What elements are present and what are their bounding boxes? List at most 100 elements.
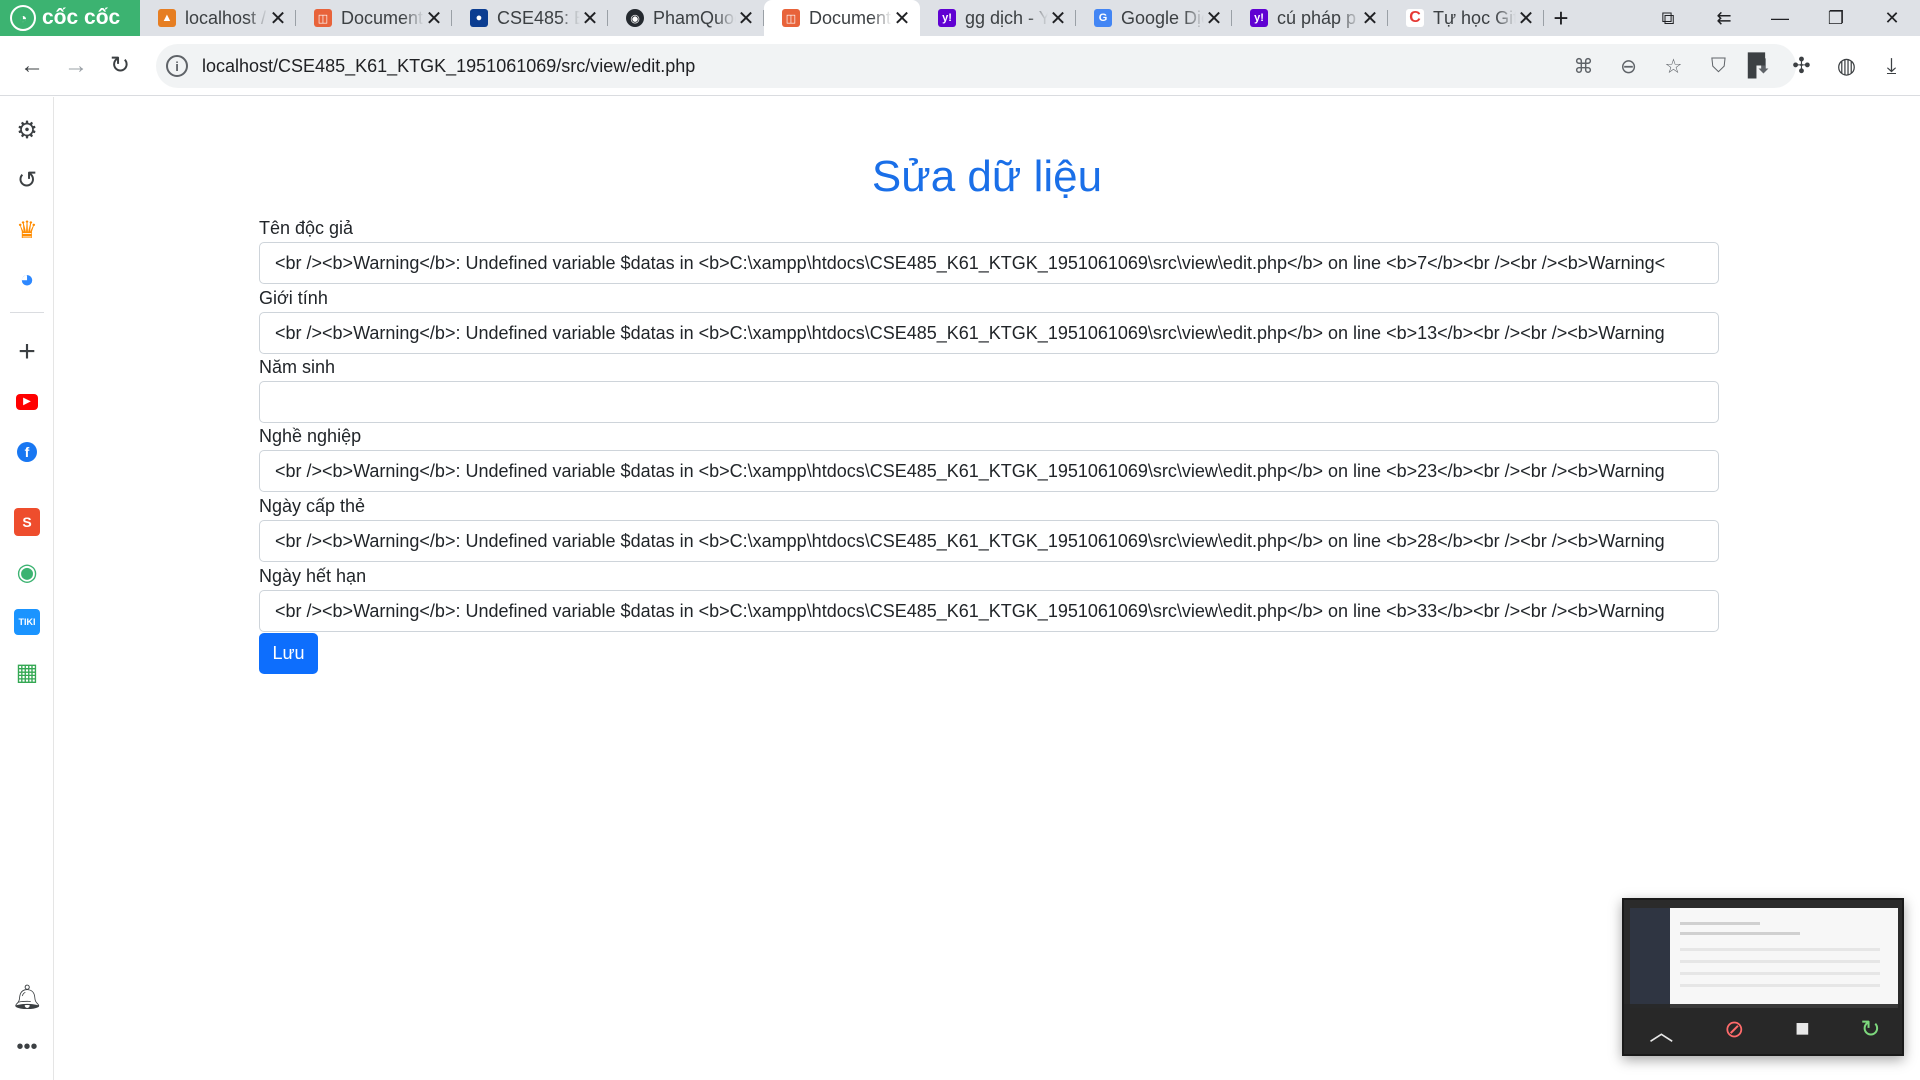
tab-strip: ◔ cốc cốc ▲ localhost / ✕ ◫ Document ✕ ●… xyxy=(0,0,1920,36)
translate-icon[interactable]: ⌘ xyxy=(1561,54,1606,79)
birth-year-input[interactable] xyxy=(259,381,1719,423)
facebook-icon[interactable]: f xyxy=(12,437,42,467)
codelearn-favicon-icon: C xyxy=(1406,9,1424,27)
field-label: Ngày cấp thẻ xyxy=(259,496,366,516)
field-label: Nghề nghiệp xyxy=(259,426,362,446)
site-info-icon[interactable]: i xyxy=(166,55,188,77)
field-label: Giới tính xyxy=(259,288,328,308)
more-options-icon[interactable]: ••• xyxy=(12,1032,42,1062)
thumbnail-line xyxy=(1680,932,1800,935)
birth-year-field: Năm sinh xyxy=(259,355,1719,423)
github-favicon-icon: ◉ xyxy=(626,9,644,27)
tab-6[interactable]: G Google Dịc ✕ xyxy=(1076,0,1232,36)
zoom-out-icon[interactable]: ⊖ xyxy=(1606,54,1651,79)
tab-close-icon[interactable]: ✕ xyxy=(892,6,912,31)
tab-0[interactable]: ▲ localhost / ✕ xyxy=(140,0,296,36)
tab-close-icon[interactable]: ✕ xyxy=(424,6,444,31)
address-bar[interactable]: i localhost/CSE485_K61_KTGK_1951061069/s… xyxy=(156,44,1796,88)
window-controls: ⧉ ⇇ — ❐ ✕ xyxy=(1640,0,1920,36)
sheets-icon[interactable]: ▦ xyxy=(12,657,42,687)
downloads-icon[interactable]: ⤓ xyxy=(1869,53,1914,79)
tab-8[interactable]: C Tự học Git ✕ xyxy=(1388,0,1544,36)
reader-name-input[interactable]: <br /><b>Warning</b>: Undefined variable… xyxy=(259,242,1719,284)
save-button[interactable]: Lưu xyxy=(259,633,318,674)
occupation-field: Nghề nghiệp <br /><b>Warning</b>: Undefi… xyxy=(259,424,1719,492)
bookmark-star-icon[interactable]: ☆ xyxy=(1651,54,1696,79)
tab-5[interactable]: y! gg dịch - Y ✕ xyxy=(920,0,1076,36)
call-controls: ︿ ⊘ ■ ↻ xyxy=(1624,1004,1902,1054)
history-icon[interactable]: ↺ xyxy=(12,165,42,195)
minimize-button[interactable]: — xyxy=(1752,0,1808,36)
yahoo-favicon-icon: y! xyxy=(1250,9,1268,27)
back-button[interactable]: ← xyxy=(10,44,54,88)
document-favicon-icon: ◫ xyxy=(782,9,800,27)
youtube-icon[interactable]: ▶ xyxy=(12,387,42,417)
reload-button[interactable]: ↻ xyxy=(98,44,142,88)
add-shortcut-icon[interactable]: + xyxy=(12,335,42,368)
google-translate-favicon-icon: G xyxy=(1094,9,1112,27)
coccoc-logo[interactable]: ◔ cốc cốc xyxy=(0,0,140,36)
shared-screen-thumbnail xyxy=(1630,908,1898,1008)
tab-title: localhost / xyxy=(185,7,267,28)
url-text[interactable]: localhost/CSE485_K61_KTGK_1951061069/src… xyxy=(202,56,695,77)
toolbar-right-actions: ▛ ✣ ◍ ⤓ xyxy=(1734,44,1914,88)
extensions-icon[interactable]: ✣ xyxy=(1779,53,1824,79)
coccoc-logo-icon: ◔ xyxy=(10,5,36,31)
settings-gear-icon[interactable]: ⚙ xyxy=(12,115,42,145)
tab-1[interactable]: ◫ Document ✕ xyxy=(296,0,452,36)
tab-close-icon[interactable]: ✕ xyxy=(1204,6,1224,31)
tab-4-active[interactable]: ◫ Document ✕ xyxy=(764,0,920,36)
restore-button[interactable]: ❐ xyxy=(1808,0,1864,36)
occupation-input[interactable]: <br /><b>Warning</b>: Undefined variable… xyxy=(259,450,1719,492)
thumbnail-sidebar xyxy=(1630,908,1670,1008)
tab-title: Google Dịc xyxy=(1121,7,1204,28)
tab-search-icon[interactable]: ⧉ xyxy=(1640,0,1696,36)
tiki-icon[interactable]: TIKI xyxy=(12,607,42,637)
tab-close-icon[interactable]: ✕ xyxy=(1516,6,1536,31)
tab-title: CSE485: Bà xyxy=(497,7,580,28)
sidebar-divider xyxy=(10,312,44,313)
thumbnail-line xyxy=(1680,972,1880,975)
document-favicon-icon: ◫ xyxy=(314,9,332,27)
tab-title: Document xyxy=(809,7,892,28)
gender-field: Giới tính <br /><b>Warning</b>: Undefine… xyxy=(259,286,1719,354)
messenger-icon[interactable]: ◕ xyxy=(12,265,42,295)
card-issue-date-input[interactable]: <br /><b>Warning</b>: Undefined variable… xyxy=(259,520,1719,562)
crown-icon[interactable]: ♛ xyxy=(12,215,42,245)
coccoc-map-icon[interactable]: ◉ xyxy=(12,557,42,587)
profile-icon[interactable]: ◍ xyxy=(1824,53,1869,79)
end-call-icon[interactable]: ↻ xyxy=(1860,1015,1880,1044)
yahoo-favicon-icon: y! xyxy=(938,9,956,27)
expiry-date-input[interactable]: <br /><b>Warning</b>: Undefined variable… xyxy=(259,590,1719,632)
browser-toolbar: ← → ↻ i localhost/CSE485_K61_KTGK_195106… xyxy=(0,36,1920,96)
reader-name-field: Tên độc giả <br /><b>Warning</b>: Undefi… xyxy=(259,216,1719,284)
page-title: Sửa dữ liệu xyxy=(871,152,1103,201)
camera-icon[interactable]: ■ xyxy=(1795,1015,1810,1043)
microphone-muted-icon[interactable]: ⊘ xyxy=(1724,1015,1744,1044)
new-tab-button[interactable]: + xyxy=(1544,0,1578,36)
tab-close-icon[interactable]: ✕ xyxy=(268,6,288,31)
tab-title: gg dịch - Y xyxy=(965,7,1048,28)
tab-title: Tự học Git xyxy=(1433,7,1516,28)
tab-3[interactable]: ◉ PhamQuoc ✕ xyxy=(608,0,764,36)
reader-icon[interactable]: ▛ xyxy=(1734,53,1779,79)
notifications-bell-icon[interactable]: 🔔︎ xyxy=(12,982,42,1012)
tab-close-icon[interactable]: ✕ xyxy=(736,6,756,31)
tab-7[interactable]: y! cú pháp p ✕ xyxy=(1232,0,1388,36)
tab-back-icon[interactable]: ⇇ xyxy=(1696,0,1752,36)
tab-close-icon[interactable]: ✕ xyxy=(1048,6,1068,31)
close-window-button[interactable]: ✕ xyxy=(1864,0,1920,36)
video-call-preview[interactable]: ︿ ⊘ ■ ↻ xyxy=(1622,898,1904,1056)
thumbnail-line xyxy=(1680,922,1760,925)
tab-close-icon[interactable]: ✕ xyxy=(580,6,600,31)
shopee-icon[interactable]: S xyxy=(12,507,42,537)
chevron-up-icon[interactable]: ︿ xyxy=(1649,1012,1673,1047)
forward-button[interactable]: → xyxy=(54,44,98,88)
flickr-favicon-icon: ● xyxy=(470,9,488,27)
card-issue-date-field: Ngày cấp thẻ <br /><b>Warning</b>: Undef… xyxy=(259,494,1719,562)
tab-2[interactable]: ● CSE485: Bà ✕ xyxy=(452,0,608,36)
field-label: Tên độc giả xyxy=(259,218,354,238)
gender-input[interactable]: <br /><b>Warning</b>: Undefined variable… xyxy=(259,312,1719,354)
thumbnail-line xyxy=(1680,948,1880,951)
tab-close-icon[interactable]: ✕ xyxy=(1360,6,1380,31)
